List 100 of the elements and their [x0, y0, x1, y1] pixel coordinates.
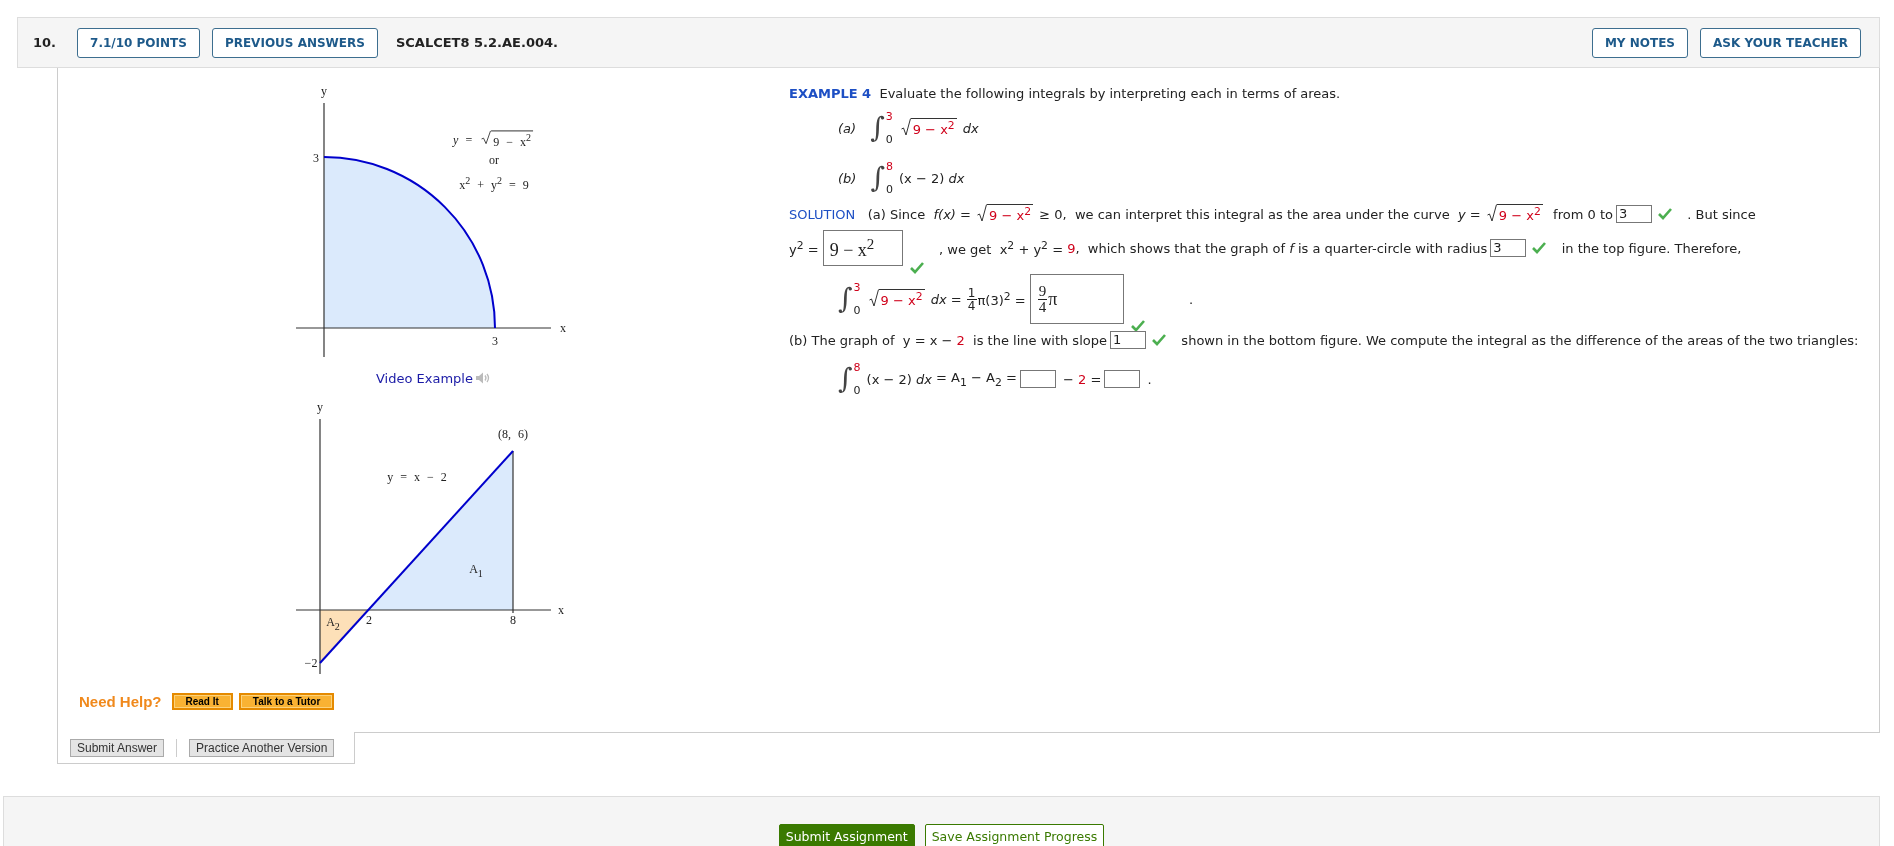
problem-text: , we get x$^{2}$ + y$^{2}$ = [938, 238, 1065, 258]
math-text: (b) [838, 170, 857, 186]
problem-text: , which shows that the graph of [1075, 240, 1287, 256]
math-value: 9 − x$^{2}$ [912, 120, 955, 138]
integral-sign: ∫ [838, 285, 853, 313]
question-button[interactable]: Practice Another Version [189, 738, 335, 757]
problem-text: shown in the bottom figure. We compute the integral as the difference of the areas of the two triangles: [1180, 332, 1859, 348]
figure-label: x [560, 322, 566, 334]
math-value: 9 − x$^{2}$ [880, 291, 923, 309]
header-button[interactable]: MY NOTES [1591, 27, 1688, 58]
section-label: EXAMPLE 4 [789, 85, 872, 101]
video-link[interactable]: Video Example [376, 368, 491, 388]
lower-limit: 0 [853, 385, 861, 396]
problem-text: Evaluate the following integrals by interpreting each in terms of areas. [878, 85, 1341, 101]
figure-label: 3 [313, 152, 319, 164]
answer-field[interactable]: 3 [1615, 205, 1652, 223]
problem-text: ≥ 0, we can interpret this integral as the area under the curve [1038, 206, 1451, 222]
speaker-icon [474, 371, 491, 385]
math-value: 9 − x$^{2}$ [1498, 206, 1541, 224]
denominator: 4 [1038, 299, 1047, 315]
figure-label: or [489, 154, 499, 166]
math-value: 9 − x$^{2}$ [989, 206, 1032, 224]
help-button[interactable]: Read It [171, 693, 233, 710]
question-number: 10. [33, 35, 57, 50]
math-value: 2 [956, 332, 965, 348]
figure-label: x [558, 604, 564, 616]
problem-text: . [1146, 371, 1152, 387]
problem-text: (b) The graph of y = x − [789, 332, 954, 348]
problem-text: y$^{2}$ = [789, 238, 819, 258]
lower-limit: 0 [886, 184, 893, 195]
problem-text: is the line with slope [972, 332, 1107, 348]
help-label: Need Help? [79, 693, 162, 710]
figure-label: y [321, 85, 327, 97]
upper-limit: 3 [885, 111, 893, 122]
math-text: dx [948, 170, 965, 186]
lower-triangle [320, 610, 368, 663]
figure-label: y = x − 2 [387, 471, 447, 483]
figure-label: x$^{2}$ + y$^{2}$ = 9 [459, 175, 529, 191]
problem-text: (x − 2) [899, 170, 946, 186]
problem-text: = [949, 291, 963, 307]
math-text: f(x) [933, 206, 956, 222]
upper-limit: 8 [886, 161, 893, 172]
figure-label: A$_{2}$ [326, 616, 340, 632]
lower-limit: 0 [853, 305, 861, 316]
section-label: SOLUTION [789, 206, 856, 222]
figure-label: −2 [304, 657, 318, 669]
assignment-button[interactable]: Save Assignment Progress [924, 824, 1105, 846]
upper-limit: 8 [853, 362, 861, 373]
problem-text: (x − 2) [866, 371, 913, 387]
question-code: SCALCET8 5.2.AE.004. [395, 35, 558, 50]
lower-limit: 0 [885, 134, 893, 145]
problem-text: from 0 to [1552, 206, 1613, 222]
figure-label: (8, 6) [498, 428, 528, 440]
problem-text: = [959, 206, 972, 222]
header-button[interactable]: ASK YOUR TEACHER [1700, 27, 1861, 58]
radical-sign-icon [481, 130, 492, 145]
problem-text: = [1468, 206, 1482, 222]
math-text: (a) [838, 120, 857, 136]
problem-text: = [1089, 371, 1102, 387]
integral-sign: ∫ [870, 114, 885, 142]
header-button[interactable]: 7.1/10 POINTS [77, 27, 200, 58]
header-button[interactable]: PREVIOUS ANSWERS [211, 27, 378, 58]
problem-text: = [464, 134, 474, 146]
integral-sign: ∫ [870, 164, 885, 192]
answer-field[interactable]: 1 [1109, 331, 1146, 349]
math-text: f [1289, 240, 1294, 256]
math-value: 9 [1067, 240, 1076, 256]
problem-text: in the top figure. Therefore, [1560, 240, 1742, 256]
problem-text: − [1062, 371, 1075, 387]
integral-sign: ∫ [838, 365, 853, 393]
figure-label: 8 [510, 614, 516, 626]
problem-text: = A$_{1}$ − A$_{2}$ = [935, 369, 1017, 389]
figure-label: 3 [492, 335, 498, 347]
problem-text: . But since [1686, 206, 1756, 222]
math-value: 2 [1078, 371, 1087, 387]
problem-text: . [1188, 291, 1194, 307]
numerator: 1 [966, 286, 977, 300]
question-button[interactable]: Submit Answer [70, 738, 165, 757]
answer-field[interactable] [1019, 370, 1056, 388]
figure-label: A$_{1}$ [469, 563, 483, 579]
math-text: y [453, 134, 459, 146]
numerator: 9 [1037, 283, 1048, 300]
figure-label: y [317, 401, 323, 413]
denominator: 4 [967, 299, 976, 312]
problem-text: 9 − x$^{2}$ [493, 132, 531, 150]
answer-text: π [1048, 288, 1058, 310]
math-text: dx [929, 291, 947, 307]
figure-label: 2 [366, 614, 372, 626]
math-text: y [1457, 206, 1466, 222]
upper-limit: 3 [853, 282, 861, 293]
answer-field[interactable] [1104, 370, 1141, 388]
answer-field[interactable]: 9 − x$^{2}$ [822, 230, 903, 266]
problem-text: π(3)$^{2}$ = [977, 289, 1026, 309]
problem-text: (a) Since [866, 206, 927, 222]
math-text: dx [961, 120, 979, 136]
answer-text: 9 − x$^{2}$ [829, 235, 875, 261]
answer-field[interactable]: 3 [1490, 239, 1527, 257]
math-text: dx [916, 371, 932, 387]
help-button[interactable]: Talk to a Tutor [238, 693, 335, 710]
assignment-button[interactable]: Submit Assignment [778, 824, 915, 846]
